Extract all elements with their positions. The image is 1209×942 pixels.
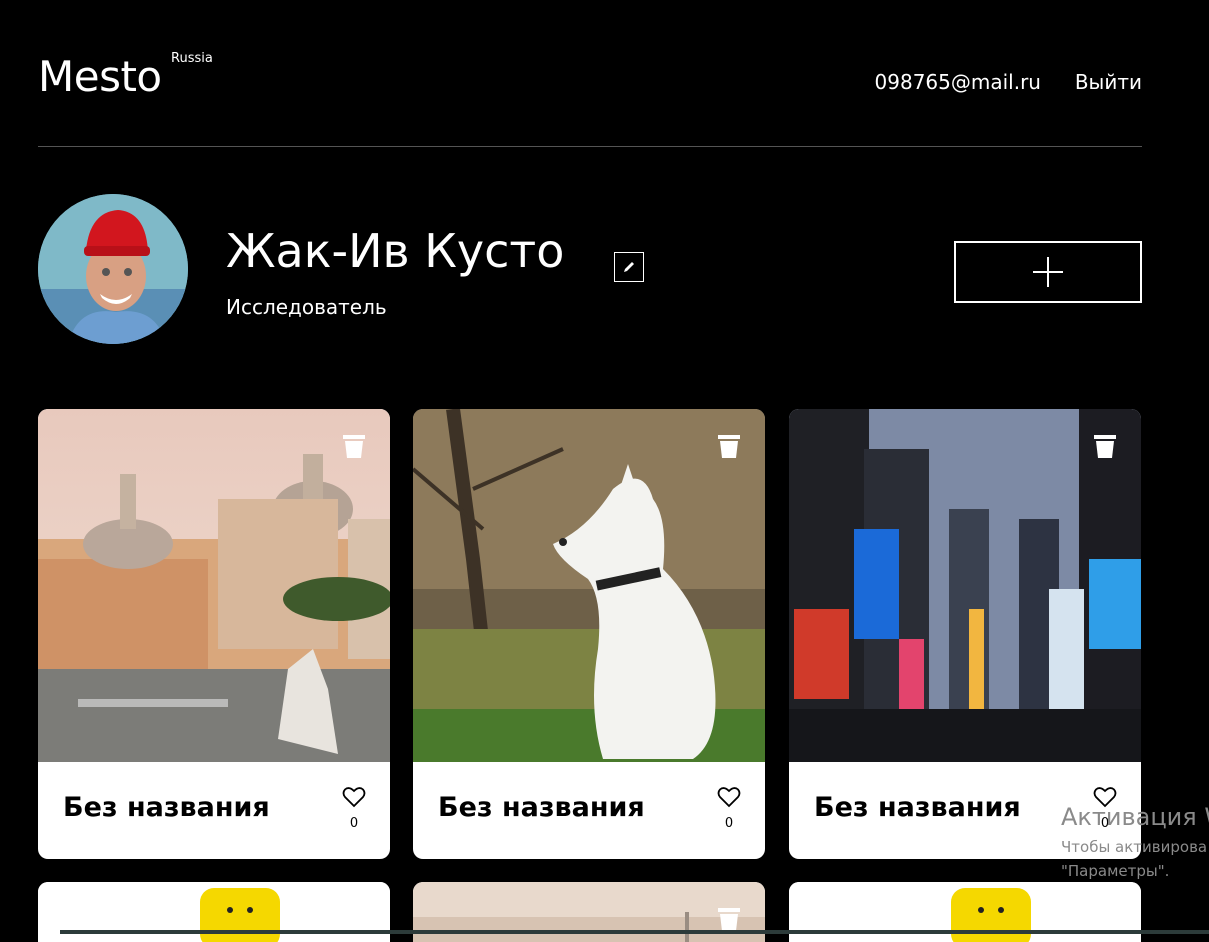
card-title: Без названия <box>63 792 270 823</box>
card-photo[interactable] <box>789 409 1141 762</box>
rome-city-square-image <box>38 409 390 762</box>
avatar[interactable] <box>38 194 188 344</box>
trash-icon <box>718 908 740 931</box>
profile-about: Исследователь <box>226 295 387 319</box>
delete-card-button[interactable] <box>342 433 366 459</box>
delete-card-button[interactable] <box>717 906 741 932</box>
add-card-button[interactable] <box>954 241 1142 303</box>
logo-region: Russia <box>171 51 213 66</box>
heart-icon <box>342 787 366 808</box>
logout-link[interactable]: Выйти <box>1075 68 1142 96</box>
like-button[interactable] <box>715 786 743 812</box>
plus-icon <box>1033 257 1063 287</box>
like-count: 0 <box>349 816 359 831</box>
like-button[interactable] <box>340 786 368 812</box>
windows-activation-line: Чтобы активирова <box>1061 838 1208 856</box>
logo: Mesto <box>38 52 162 101</box>
place-card: Без названия 0 <box>789 409 1141 859</box>
times-square-night-image <box>789 409 1141 762</box>
white-husky-dog-image <box>413 409 765 762</box>
card-photo[interactable] <box>413 409 765 762</box>
heart-icon <box>717 787 741 808</box>
trash-icon <box>343 435 365 458</box>
edit-profile-button[interactable] <box>614 252 644 282</box>
card-title: Без названия <box>814 792 1021 823</box>
trash-icon <box>718 435 740 458</box>
delete-card-button[interactable] <box>1093 433 1117 459</box>
pencil-icon <box>624 262 634 272</box>
place-card: Без названия 0 <box>413 409 765 859</box>
avatar-photo <box>38 194 188 344</box>
windows-activation-title: Активация W <box>1061 803 1209 831</box>
like-count: 0 <box>724 816 734 831</box>
windows-activation-line: "Параметры". <box>1061 862 1170 880</box>
card-photo[interactable] <box>38 409 390 762</box>
place-card: Без названия 0 <box>38 409 390 859</box>
card-title: Без названия <box>438 792 645 823</box>
trash-icon <box>1094 435 1116 458</box>
header: Mesto Russia 098765@mail.ru Выйти <box>38 0 1142 147</box>
taskbar-edge <box>60 930 1209 934</box>
delete-card-button[interactable] <box>717 433 741 459</box>
profile-name: Жак-Ив Кусто <box>226 224 565 278</box>
user-email: 098765@mail.ru <box>874 70 1041 94</box>
